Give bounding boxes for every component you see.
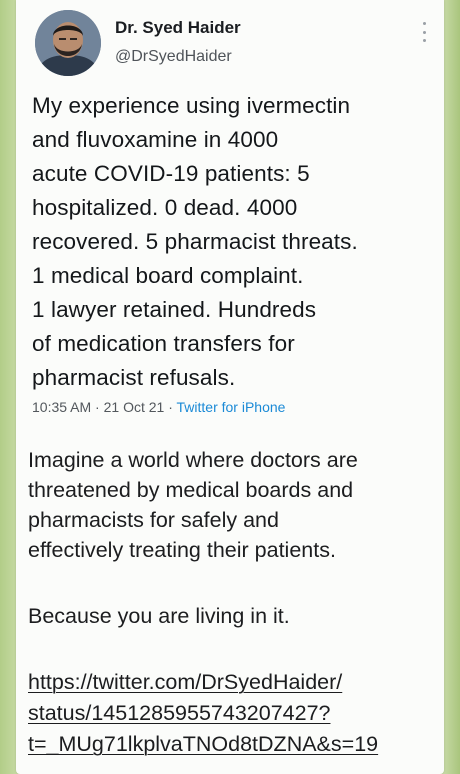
message-text-line: threatened by medical boards and bbox=[28, 478, 354, 502]
message-text-line: Imagine a world where doctors are bbox=[28, 448, 358, 472]
tweet-time: 10:35 AM bbox=[32, 399, 92, 415]
tweet-source-link[interactable]: Twitter for iPhone bbox=[177, 399, 286, 415]
tweet-text-line: My experience using ivermectin bbox=[32, 93, 351, 118]
tweet-url-link[interactable]: status/1451285955743207427? bbox=[28, 701, 330, 726]
tweet-text-line: 1 medical board complaint. bbox=[32, 263, 304, 288]
author-name[interactable]: Dr. Syed Haider bbox=[115, 18, 241, 38]
author-handle[interactable]: @DrSyedHaider bbox=[115, 48, 232, 66]
tweet-text-line: acute COVID-19 patients: 5 bbox=[32, 161, 310, 186]
avatar-photo-icon bbox=[35, 10, 101, 76]
meta-separator: · bbox=[168, 399, 173, 415]
message-card: Dr. Syed Haider @DrSyedHaider My experie… bbox=[16, 0, 444, 774]
tweet-text-line: recovered. 5 pharmacist threats. bbox=[32, 229, 358, 254]
meta-separator: · bbox=[95, 399, 100, 415]
tweet-meta: 10:35 AM · 21 Oct 21 · Twitter for iPhon… bbox=[32, 399, 285, 415]
message-text-line: pharmacists for safely and bbox=[28, 508, 279, 532]
message-text-line: effectively treating their patients. bbox=[28, 538, 336, 562]
message-closing: Because you are living in it. bbox=[28, 604, 290, 628]
tweet-text-line: pharmacist refusals. bbox=[32, 365, 236, 390]
tweet-date: 21 Oct 21 bbox=[103, 399, 165, 415]
more-options-icon[interactable] bbox=[419, 22, 429, 42]
tweet-text-line: of medication transfers for bbox=[32, 331, 295, 356]
wallpaper-right bbox=[444, 0, 460, 774]
tweet-text-line: hospitalized. 0 dead. 4000 bbox=[32, 195, 298, 220]
tweet-url-link[interactable]: https://twitter.com/DrSyedHaider/ bbox=[28, 670, 342, 695]
tweet-text-line: and fluvoxamine in 4000 bbox=[32, 127, 279, 152]
avatar[interactable] bbox=[35, 10, 101, 76]
tweet-text-line: 1 lawyer retained. Hundreds bbox=[32, 297, 317, 322]
tweet-url-link[interactable]: t=_MUg71lkplvaTNOd8tDZNA&s=19 bbox=[28, 732, 378, 757]
